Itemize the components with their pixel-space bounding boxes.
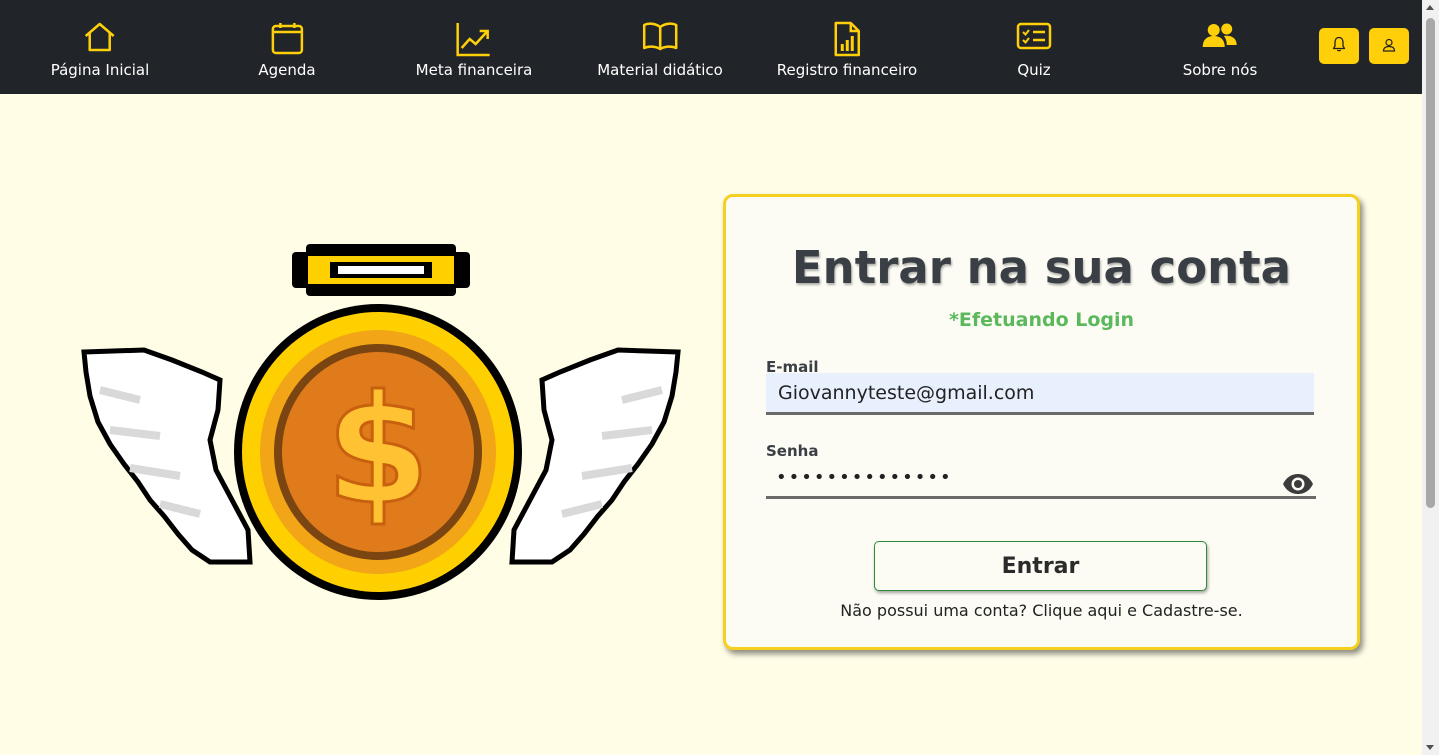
page-scrollbar[interactable] <box>1422 0 1439 755</box>
password-label: Senha <box>766 442 819 460</box>
top-navbar: Página Inicial Agenda Meta financeira Ma… <box>0 0 1422 94</box>
scroll-down-arrow-icon[interactable] <box>1426 745 1434 750</box>
login-subtitle: *Efetuando Login <box>948 309 1135 331</box>
bell-icon <box>1332 36 1346 56</box>
scrollbar-thumb[interactable] <box>1426 18 1435 508</box>
nav-item-quiz[interactable]: Quiz <box>1014 0 1054 94</box>
nav-item-material-didatico[interactable]: Material didático <box>597 0 723 94</box>
nav-label: Agenda <box>258 61 316 79</box>
password-field[interactable] <box>766 459 1316 499</box>
calendar-icon <box>267 21 307 57</box>
scroll-up-arrow-icon[interactable] <box>1426 5 1434 10</box>
user-icon <box>1382 37 1396 56</box>
trend-chart-icon <box>454 21 494 57</box>
email-field[interactable] <box>766 373 1314 415</box>
profile-button[interactable] <box>1369 28 1409 64</box>
login-title: Entrar na sua conta <box>791 241 1292 294</box>
nav-label: Registro financeiro <box>776 61 918 79</box>
nav-item-agenda[interactable]: Agenda <box>258 0 316 94</box>
eye-icon[interactable] <box>1282 473 1314 499</box>
login-submit-button[interactable]: Entrar <box>874 541 1207 591</box>
notifications-button[interactable] <box>1319 28 1359 64</box>
report-file-icon <box>827 21 867 57</box>
book-icon <box>640 21 680 57</box>
nav-label: Quiz <box>1017 61 1051 79</box>
winged-coin-illustration: $ <box>80 240 682 602</box>
users-icon <box>1200 21 1240 57</box>
signup-link[interactable]: Não possui uma conta? Clique aqui e Cada… <box>726 601 1357 620</box>
checklist-icon <box>1014 21 1054 57</box>
nav-label: Página Inicial <box>50 61 150 79</box>
nav-label: Material didático <box>597 61 723 79</box>
login-card: Entrar na sua conta *Efetuando Login E-m… <box>723 194 1360 650</box>
nav-item-home[interactable]: Página Inicial <box>50 0 150 94</box>
nav-label: Meta financeira <box>415 61 533 79</box>
svg-text:$: $ <box>326 364 430 538</box>
nav-item-registro-financeiro[interactable]: Registro financeiro <box>777 0 917 94</box>
home-icon <box>80 21 120 57</box>
nav-label: Sobre nós <box>1182 61 1258 79</box>
nav-item-meta-financeira[interactable]: Meta financeira <box>415 0 533 94</box>
nav-item-sobre-nos[interactable]: Sobre nós <box>1182 0 1258 94</box>
